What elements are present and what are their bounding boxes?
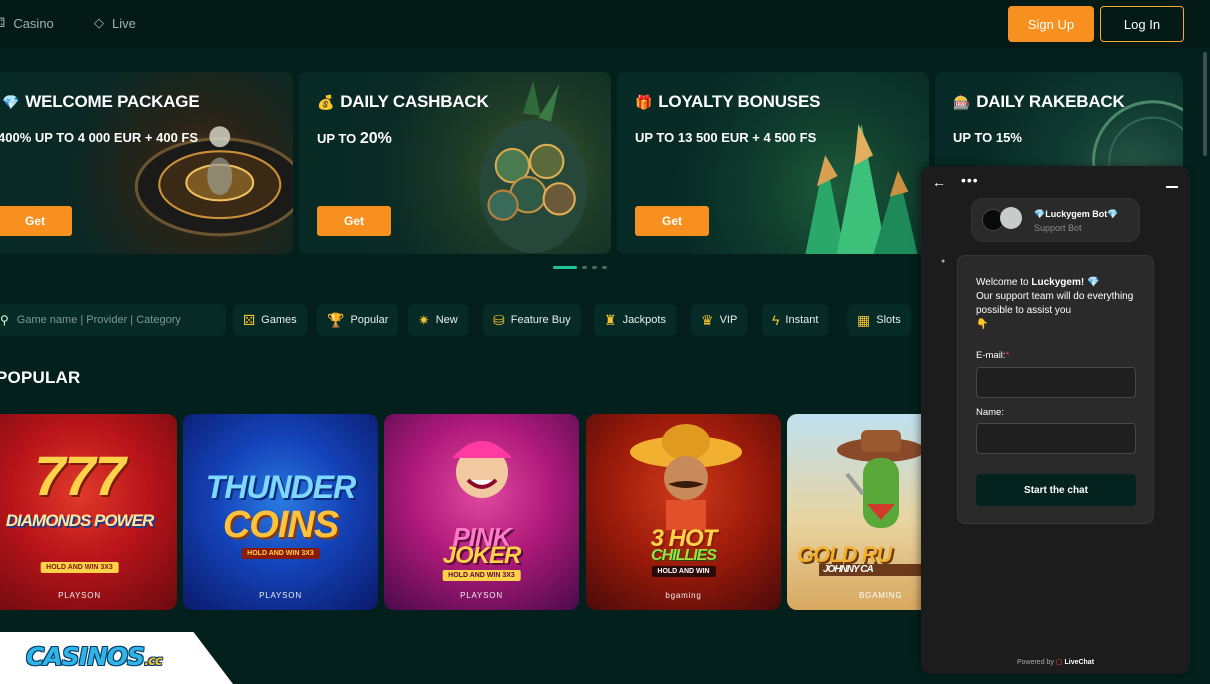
category-popular[interactable]: 🏆 Popular [317, 304, 399, 336]
dice-icon: ⚃ [0, 15, 5, 31]
gift-icon: 🎁 [635, 93, 653, 110]
trophy-icon: 🏆 [327, 312, 345, 328]
promo-loyalty-bonuses[interactable]: 🎁 LOYALTY BONUSES UP TO 13 500 EUR + 4 5… [617, 72, 929, 254]
livechat-logo-icon: ▢ [1055, 659, 1063, 666]
minimize-icon[interactable] [1166, 186, 1178, 188]
category-jackpots[interactable]: ♜ Jackpots [594, 304, 676, 336]
category-feature-buy[interactable]: ⛁ Feature Buy [483, 304, 581, 336]
powered-by[interactable]: Powered by ▢ LiveChat [921, 658, 1190, 666]
promo-daily-cashback[interactable]: 💰 DAILY CASHBACK UP TO 20% Get [299, 72, 611, 254]
promo-subtitle: UP TO 13 500 EUR + 4 500 FS [635, 130, 817, 145]
name-label: Name: [976, 407, 1004, 418]
login-button[interactable]: Log In [1100, 6, 1184, 42]
lightning-icon: ϟ [772, 312, 780, 328]
more-options-icon[interactable]: ••• [961, 172, 979, 188]
mariachi-illustration [630, 424, 742, 530]
casinos-cc-logo: CASINOS.cc [26, 642, 163, 671]
game-tile[interactable]: PINK JOKER HOLD AND WIN 3X3 PLAYSON [384, 414, 579, 610]
cactus-cowboy-illustration [837, 430, 925, 528]
promo-subtitle: 400% UP TO 4 000 EUR + 400 FS [0, 130, 199, 145]
game-tile[interactable]: 3 HOT CHILLIES HOLD AND WIN bgaming [586, 414, 781, 610]
carousel-dot-active[interactable] [553, 266, 577, 269]
nav-live[interactable]: ◇ Live [94, 15, 136, 31]
promo-title: 🎰 DAILY RAKEBACK [953, 92, 1125, 111]
game-search: ⚲ [0, 304, 226, 336]
diamond-icon: 💎 [1086, 277, 1100, 288]
promo-welcome-package[interactable]: 💎 WELCOME PACKAGE 400% UP TO 4 000 EUR +… [0, 72, 293, 254]
money-bag-icon: 💰 [317, 93, 335, 110]
promo-title: 🎁 LOYALTY BONUSES [635, 92, 821, 111]
diamond-icon: 💎 [2, 93, 20, 110]
dice-icon: ⚄ [243, 312, 256, 328]
game-tile[interactable]: THUNDER COINS HOLD AND WIN 3X3 PLAYSON [183, 414, 378, 610]
crown-icon: ♛ [701, 312, 714, 328]
search-input[interactable] [16, 314, 197, 326]
carousel-dot[interactable] [592, 266, 597, 269]
provider-label: PLAYSON [58, 591, 101, 600]
section-title-popular: POPULAR [0, 368, 81, 387]
promo-subtitle: UP TO 15% [953, 130, 1022, 145]
provider-label: bgaming [665, 591, 702, 600]
category-games[interactable]: ⚄ Games [233, 304, 307, 336]
get-loyalty-button[interactable]: Get [635, 206, 709, 236]
carousel-dot[interactable] [602, 266, 607, 269]
game-tile[interactable]: 777 DIAMONDS POWER HOLD AND WIN 3X3 PLAY… [0, 414, 177, 610]
livechat-widget: ← ••• 💎Luckygem Bot💎 Support Bot ● Welco… [921, 166, 1190, 674]
promo-subtitle: UP TO 20% [317, 130, 392, 147]
nav-casino-label: Casino [13, 15, 54, 31]
carousel-pagination [553, 266, 607, 269]
pointing-hand-icon: 👇 [976, 319, 989, 330]
sparkle-icon: ✷ [418, 312, 430, 328]
agent-header: 💎Luckygem Bot💎 Support Bot [971, 198, 1140, 242]
prechat-form: Welcome to Luckygem! 💎 Our support team … [957, 255, 1154, 524]
category-slots[interactable]: ▦ Slots [847, 304, 911, 336]
get-welcome-button[interactable]: Get [0, 206, 72, 236]
nav-casino[interactable]: ⚃ Casino [0, 15, 54, 31]
top-bar: ⚃ Casino ◇ Live Sign Up Log In [0, 0, 1210, 48]
page-scrollbar[interactable] [1203, 52, 1207, 156]
category-instant[interactable]: ϟ Instant [762, 304, 829, 336]
name-field[interactable] [976, 423, 1136, 454]
avatar [1000, 207, 1022, 229]
provider-label: PLAYSON [259, 591, 302, 600]
slot-machine-icon: 🎰 [953, 93, 971, 110]
coins-icon: ⛁ [493, 312, 505, 328]
joker-face-illustration [452, 441, 512, 498]
provider-label: PLAYSON [460, 591, 503, 600]
back-arrow-icon[interactable]: ← [932, 174, 946, 190]
promo-title: 💎 WELCOME PACKAGE [2, 92, 200, 111]
bot-icon: ● [941, 258, 946, 265]
welcome-message: Welcome to Luckygem! 💎 Our support team … [976, 277, 1134, 330]
start-chat-button[interactable]: Start the chat [976, 474, 1136, 506]
signup-button[interactable]: Sign Up [1008, 6, 1094, 42]
carousel-dot[interactable] [582, 266, 587, 269]
email-label: E-mail:* [976, 350, 1010, 361]
nav-live-label: Live [112, 15, 136, 31]
money-bag-icon: ♜ [604, 312, 617, 328]
provider-label: BGAMING [859, 591, 903, 600]
slot-machine-icon: ▦ [857, 312, 871, 328]
get-cashback-button[interactable]: Get [317, 206, 391, 236]
game-tile[interactable]: GOLD RU JOHNNY CA BGAMING [787, 414, 927, 610]
agent-role: Support Bot [1034, 223, 1082, 233]
promo-title: 💰 DAILY CASHBACK [317, 92, 489, 111]
diamond-outline-icon: ◇ [94, 15, 104, 30]
category-vip[interactable]: ♛ VIP [691, 304, 748, 336]
agent-name: 💎Luckygem Bot💎 [1034, 209, 1119, 219]
search-icon: ⚲ [0, 313, 9, 327]
category-new[interactable]: ✷ New [408, 304, 468, 336]
email-field[interactable] [976, 367, 1136, 398]
